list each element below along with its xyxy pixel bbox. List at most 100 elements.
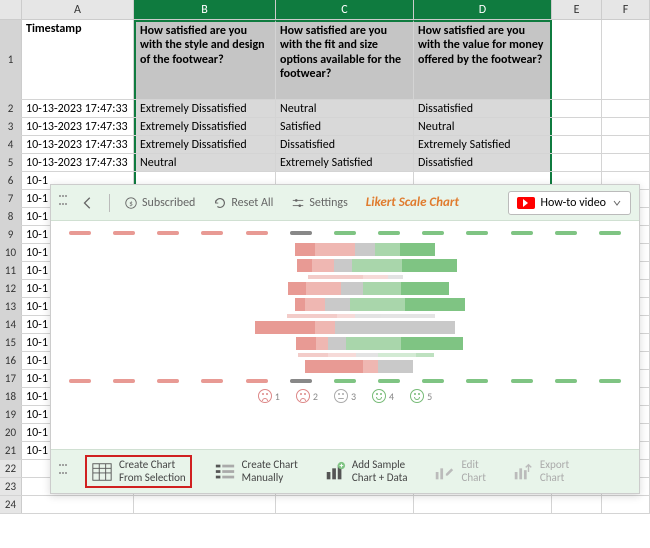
- export-chart-icon: [512, 461, 534, 483]
- col-header-e[interactable]: E: [552, 0, 602, 19]
- row-header[interactable]: 14: [0, 316, 22, 333]
- cell[interactable]: Extremely Dissatisfied: [134, 100, 276, 117]
- row-header[interactable]: 18: [0, 388, 22, 405]
- cell[interactable]: Extremely Dissatisfied: [134, 136, 276, 153]
- empty-cell[interactable]: [602, 118, 650, 135]
- cell-timestamp[interactable]: 10-13-2023 17:47:33: [22, 118, 134, 135]
- cell[interactable]: Neutral: [276, 100, 414, 117]
- row-header[interactable]: 16: [0, 352, 22, 369]
- legend-face-2: 2: [296, 389, 318, 403]
- action-label-line2: Chart + Data: [352, 472, 408, 484]
- empty-cell[interactable]: [602, 20, 650, 99]
- header-cell[interactable]: How satisfied are you with the style and…: [134, 20, 276, 99]
- edit-chart-button[interactable]: EditChart: [429, 455, 489, 487]
- cell[interactable]: Neutral: [134, 154, 276, 171]
- cell[interactable]: Dissatisfied: [414, 154, 552, 171]
- row-header[interactable]: 2: [0, 100, 22, 117]
- empty-cell[interactable]: [552, 118, 602, 135]
- subscribed-button[interactable]: $Subscribed: [120, 194, 199, 212]
- cell[interactable]: Dissatisfied: [414, 100, 552, 117]
- action-label-line1: Export: [540, 459, 569, 471]
- row-header[interactable]: 12: [0, 280, 22, 297]
- action-label-line1: Create Chart: [119, 459, 186, 471]
- cell-timestamp[interactable]: 10-13-2023 17:47:33: [22, 136, 134, 153]
- col-header-c[interactable]: C: [276, 0, 414, 19]
- empty-cell[interactable]: [552, 154, 602, 171]
- row-header[interactable]: 15: [0, 334, 22, 351]
- action-label-line2: Manually: [242, 472, 298, 484]
- cell[interactable]: Satisfied: [276, 118, 414, 135]
- preview-bar-row: [69, 321, 621, 334]
- row-header[interactable]: 19: [0, 406, 22, 423]
- row-header[interactable]: 11: [0, 262, 22, 279]
- row-header[interactable]: 3: [0, 118, 22, 135]
- select-all-corner[interactable]: [0, 0, 22, 19]
- col-header-f[interactable]: F: [602, 0, 650, 19]
- row-header[interactable]: 24: [0, 496, 22, 513]
- row-header[interactable]: 8: [0, 208, 22, 225]
- cell[interactable]: Neutral: [414, 118, 552, 135]
- action-label-line1: Edit: [461, 459, 485, 471]
- table-row: 3 10-13-2023 17:47:33 Extremely Dissatis…: [0, 118, 650, 136]
- empty-cell[interactable]: [602, 100, 650, 117]
- create-chart-manually-button[interactable]: Create ChartManually: [210, 455, 302, 487]
- row-header[interactable]: 22: [0, 460, 22, 477]
- col-header-d[interactable]: D: [414, 0, 552, 19]
- empty-cell[interactable]: [602, 136, 650, 153]
- back-button[interactable]: [77, 194, 99, 212]
- empty-cell[interactable]: [602, 154, 650, 171]
- cell[interactable]: Dissatisfied: [276, 136, 414, 153]
- drag-handle-icon[interactable]: [59, 195, 67, 211]
- row-header[interactable]: 9: [0, 226, 22, 243]
- row-header[interactable]: 4: [0, 136, 22, 153]
- col-header-a[interactable]: A: [22, 0, 134, 19]
- legend-face-1: 1: [258, 389, 280, 403]
- cell[interactable]: Extremely Satisfied: [414, 136, 552, 153]
- howto-video-button[interactable]: How-to video: [508, 191, 631, 215]
- preview-bar-row: [69, 259, 621, 272]
- settings-button[interactable]: Settings: [287, 194, 351, 212]
- row-header[interactable]: 20: [0, 424, 22, 441]
- row-header[interactable]: 1: [0, 20, 22, 99]
- header-cell[interactable]: Timestamp: [22, 20, 134, 99]
- empty-cell[interactable]: [552, 136, 602, 153]
- add-sample-chart-button[interactable]: Add SampleChart + Data: [320, 455, 412, 487]
- cell[interactable]: Extremely Dissatisfied: [134, 118, 276, 135]
- legend-face-3: 3: [334, 389, 356, 403]
- preview-dashes-top: [69, 231, 621, 235]
- row-header[interactable]: 7: [0, 190, 22, 207]
- row-header[interactable]: 10: [0, 244, 22, 261]
- reset-all-button[interactable]: Reset All: [209, 194, 277, 212]
- legend-face-4: 4: [372, 389, 394, 403]
- chart-plus-icon: [324, 461, 346, 483]
- row-header[interactable]: 17: [0, 370, 22, 387]
- table-header-row: 1 Timestamp How satisfied are you with t…: [0, 20, 650, 100]
- cell-timestamp[interactable]: 10-13-2023 17:47:33: [22, 154, 134, 171]
- empty-cell[interactable]: [552, 100, 602, 117]
- export-chart-button[interactable]: ExportChart: [508, 455, 573, 487]
- drag-handle-icon[interactable]: [59, 464, 67, 480]
- row-header[interactable]: 21: [0, 442, 22, 459]
- preview-bar-row: [69, 275, 621, 279]
- chevron-down-icon: [612, 198, 622, 208]
- howto-label: How-to video: [541, 196, 606, 210]
- header-cell[interactable]: How satisfied are you with the value for…: [414, 20, 552, 99]
- legend-number: 4: [389, 390, 394, 403]
- row-header[interactable]: 5: [0, 154, 22, 171]
- row-header[interactable]: 13: [0, 298, 22, 315]
- table-row: 2 10-13-2023 17:47:33 Extremely Dissatis…: [0, 100, 650, 118]
- action-label-line2: Chart: [540, 472, 569, 484]
- cell[interactable]: Extremely Satisfied: [276, 154, 414, 171]
- cell-timestamp[interactable]: 10-13-2023 17:47:33: [22, 100, 134, 117]
- empty-cell[interactable]: [552, 20, 602, 99]
- col-header-b[interactable]: B: [134, 0, 276, 19]
- row-header[interactable]: 23: [0, 478, 22, 495]
- preview-dashes-bottom: [69, 379, 621, 383]
- preview-bar-row: [69, 337, 621, 350]
- header-cell[interactable]: How satisfied are you with the fit and s…: [276, 20, 414, 99]
- settings-label: Settings: [309, 196, 347, 210]
- row-header[interactable]: 6: [0, 172, 22, 189]
- preview-bars: [69, 243, 621, 373]
- panel-action-bar: Create ChartFrom Selection Create ChartM…: [51, 449, 639, 493]
- create-chart-from-selection-button[interactable]: Create ChartFrom Selection: [85, 455, 192, 487]
